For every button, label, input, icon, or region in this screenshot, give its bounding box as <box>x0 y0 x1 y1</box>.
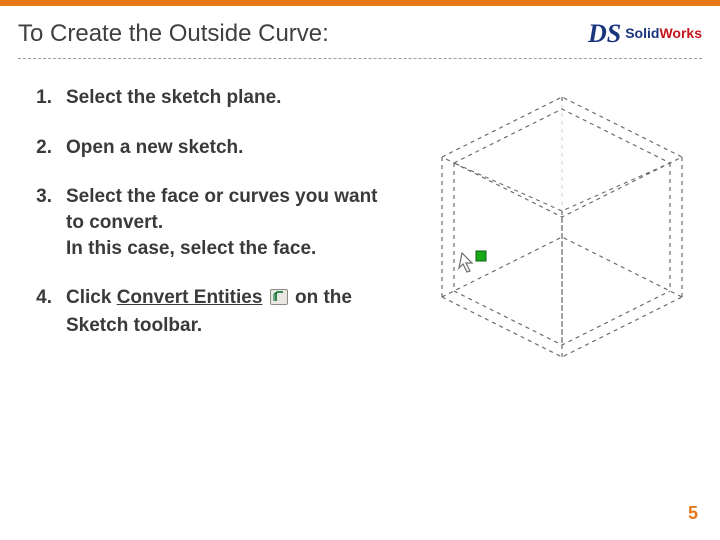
cursor-icon <box>459 253 472 272</box>
cube-sketch: .dash { stroke:#6d6d6d; stroke-width:1.2… <box>406 81 706 381</box>
step-4: Click Convert Entities on the Sketch too… <box>18 285 398 338</box>
selection-handle-icon <box>476 251 486 261</box>
step-list: Select the sketch plane. Open a new sket… <box>18 85 398 385</box>
convert-entities-icon <box>270 287 288 313</box>
step-text: Select the sketch plane. <box>66 85 398 111</box>
page-number: 5 <box>688 503 698 524</box>
solidworks-logo: DS SolidWorks <box>588 23 702 45</box>
step-3: Select the face or curves you want to co… <box>18 184 398 261</box>
step-text: Click Convert Entities on the Sketch too… <box>66 285 398 338</box>
illustration: .dash { stroke:#6d6d6d; stroke-width:1.2… <box>406 85 702 385</box>
step-1: Select the sketch plane. <box>18 85 398 111</box>
step-link-text: Convert Entities <box>117 287 263 308</box>
step-2: Open a new sketch. <box>18 135 398 161</box>
slide-title: To Create the Outside Curve: <box>18 20 329 48</box>
logo-mark: DS <box>588 23 621 45</box>
header: To Create the Outside Curve: DS SolidWor… <box>0 6 720 48</box>
content-area: Select the sketch plane. Open a new sket… <box>0 59 720 385</box>
step-text: Open a new sketch. <box>66 135 398 161</box>
step-text: Select the face or curves you want to co… <box>66 184 398 261</box>
logo-wordmark: SolidWorks <box>625 26 702 42</box>
step-prefix: Click <box>66 287 117 308</box>
